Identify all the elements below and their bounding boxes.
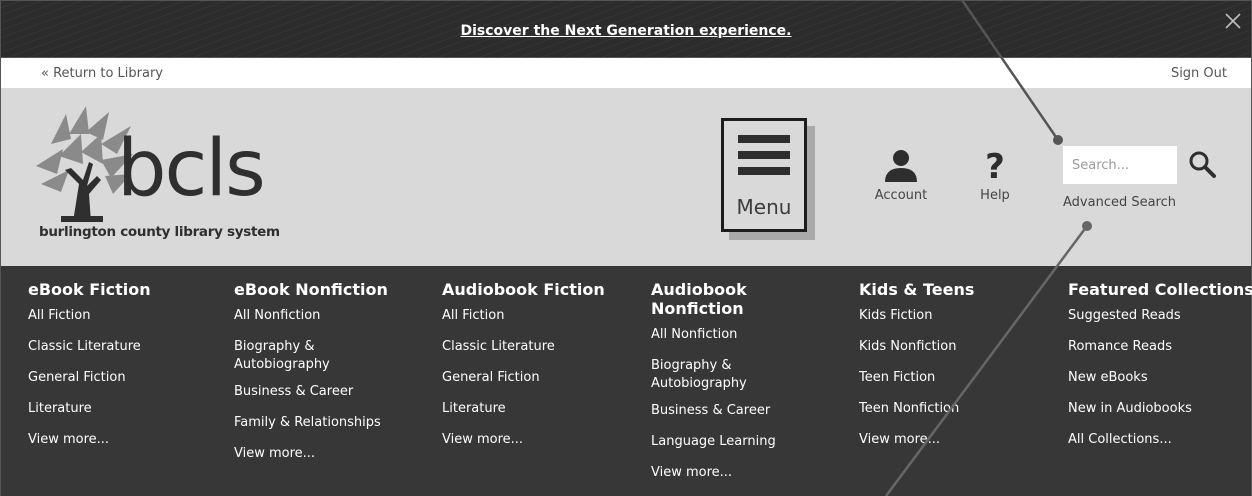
nav-column-featured-collections: Featured Collections Suggested Reads Rom…: [1068, 280, 1252, 462]
menu-button[interactable]: Menu: [721, 118, 807, 232]
nav-link[interactable]: All Collections...: [1068, 431, 1248, 449]
search-input[interactable]: [1063, 146, 1177, 184]
hamburger-icon: [738, 151, 790, 159]
nav-link[interactable]: New eBooks: [1068, 369, 1248, 387]
nav-link[interactable]: Language Learning: [651, 433, 801, 451]
nav-link[interactable]: Teen Fiction: [859, 369, 1059, 387]
nav-link[interactable]: Biography & Autobiography: [651, 357, 771, 393]
nav-view-more-link[interactable]: View more...: [234, 445, 414, 463]
nav-link[interactable]: Literature: [442, 400, 642, 418]
advanced-search-link[interactable]: Advanced Search: [1063, 195, 1176, 210]
nav-link[interactable]: Biography & Autobiography: [234, 338, 364, 374]
nav-column-audiobook-fiction: Audiobook Fiction All Fiction Classic Li…: [442, 280, 642, 462]
nav-link[interactable]: Business & Career: [651, 402, 801, 420]
nav-link[interactable]: Family & Relationships: [234, 414, 414, 432]
nav-column-title[interactable]: eBook Nonfiction: [234, 280, 414, 299]
nav-link[interactable]: All Nonfiction: [234, 307, 414, 325]
utility-bar: « Return to Library Sign Out: [0, 58, 1252, 88]
nav-column-title[interactable]: Featured Collections: [1068, 280, 1252, 299]
nav-column-title[interactable]: Audiobook Fiction: [442, 280, 642, 299]
hamburger-icon: [738, 167, 790, 175]
logo-tagline: burlington county library system: [39, 224, 280, 240]
menu-label: Menu: [736, 195, 792, 219]
nav-link[interactable]: All Fiction: [442, 307, 642, 325]
nav-link[interactable]: New in Audiobooks: [1068, 400, 1248, 418]
nav-link[interactable]: General Fiction: [442, 369, 642, 387]
account-label: Account: [874, 188, 928, 203]
search-icon[interactable]: [1184, 146, 1224, 184]
nav-link[interactable]: Suggested Reads: [1068, 307, 1248, 325]
hamburger-icon: [738, 135, 790, 143]
nav-link[interactable]: Business & Career: [234, 383, 414, 401]
nav-link[interactable]: Teen Nonfiction: [859, 400, 1059, 418]
nav-link[interactable]: Romance Reads: [1068, 338, 1248, 356]
nav-link[interactable]: Literature: [28, 400, 228, 418]
next-generation-link[interactable]: Discover the Next Generation experience.: [1, 23, 1251, 39]
nav-view-more-link[interactable]: View more...: [651, 464, 801, 482]
nav-view-more-link[interactable]: View more...: [28, 431, 228, 449]
nav-column-title[interactable]: Audiobook Nonfiction: [651, 280, 761, 318]
person-icon: [885, 150, 917, 182]
nav-column-title[interactable]: eBook Fiction: [28, 280, 228, 299]
library-logo[interactable]: bcls burlington county library system: [31, 104, 291, 244]
nav-link[interactable]: All Nonfiction: [651, 326, 801, 344]
close-icon[interactable]: [1223, 11, 1243, 31]
logo-wordmark: bcls: [117, 124, 266, 214]
nav-link[interactable]: Kids Nonfiction: [859, 338, 1059, 356]
nav-link[interactable]: Classic Literature: [442, 338, 642, 356]
nav-link[interactable]: General Fiction: [28, 369, 228, 387]
help-button[interactable]: ? Help: [969, 146, 1021, 203]
promo-banner: Discover the Next Generation experience.: [0, 0, 1252, 58]
return-to-library-link[interactable]: « Return to Library: [41, 66, 163, 81]
sign-out-link[interactable]: Sign Out: [1171, 66, 1227, 81]
nav-column-audiobook-nonfiction: Audiobook Nonfiction All Nonfiction Biog…: [651, 280, 801, 495]
svg-text:?: ?: [985, 147, 1005, 184]
nav-link[interactable]: Classic Literature: [28, 338, 228, 356]
help-label: Help: [980, 188, 1010, 203]
site-header: bcls burlington county library system Me…: [0, 88, 1252, 266]
nav-column-ebook-nonfiction: eBook Nonfiction All Nonfiction Biograph…: [234, 280, 414, 476]
question-mark-icon: ?: [985, 147, 1005, 187]
nav-link[interactable]: Kids Fiction: [859, 307, 1059, 325]
collections-nav: eBook Fiction All Fiction Classic Litera…: [0, 266, 1252, 496]
nav-link[interactable]: All Fiction: [28, 307, 228, 325]
nav-view-more-link[interactable]: View more...: [859, 431, 1059, 449]
account-button[interactable]: Account: [863, 148, 939, 203]
nav-view-more-link[interactable]: View more...: [442, 431, 642, 449]
nav-column-ebook-fiction: eBook Fiction All Fiction Classic Litera…: [28, 280, 228, 462]
nav-column-kids-teens: Kids & Teens Kids Fiction Kids Nonfictio…: [859, 280, 1059, 462]
nav-column-title[interactable]: Kids & Teens: [859, 280, 1059, 299]
